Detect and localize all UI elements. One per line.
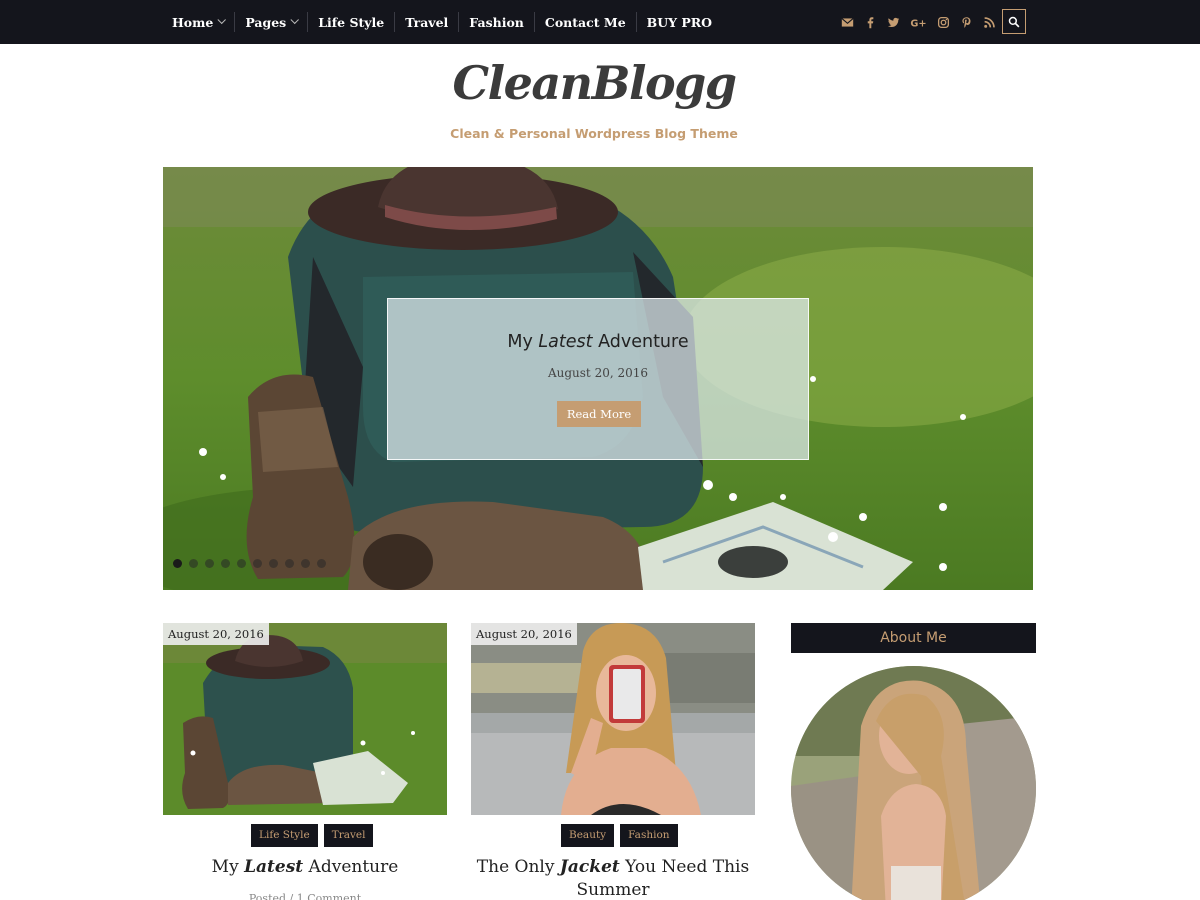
nav-item-contact-me[interactable]: Contact Me: [533, 12, 636, 32]
nav-item-label: Fashion: [469, 14, 524, 30]
post-tags: Life Style Travel: [251, 824, 374, 847]
site-logo[interactable]: CleanBlogg: [0, 56, 1188, 110]
slider-dot[interactable]: [317, 559, 326, 568]
search-button[interactable]: [1002, 9, 1026, 34]
slider-dots: [173, 559, 326, 568]
envelope-icon[interactable]: [840, 15, 854, 29]
post-thumbnail[interactable]: August 20, 2016: [163, 623, 447, 815]
search-icon: [1008, 16, 1020, 27]
hero-date: August 20, 2016: [547, 366, 649, 380]
hero-caption-box: My Latest Adventure August 20, 2016 Read…: [387, 298, 809, 460]
nav-item-label: BUY PRO: [646, 14, 713, 30]
hero-title-text: My: [507, 332, 539, 352]
post-meta: Posted / 1 Comment: [248, 892, 362, 900]
post-title[interactable]: My Latest Adventure: [163, 856, 447, 879]
post-image: [163, 623, 447, 815]
nav-item-label: Pages: [245, 14, 287, 30]
main-menu: Home Pages Life Style Travel Fashion Con…: [163, 0, 722, 44]
hero-title[interactable]: My Latest Adventure: [388, 332, 808, 352]
nav-item-fashion[interactable]: Fashion: [458, 12, 534, 32]
slider-dot[interactable]: [269, 559, 278, 568]
avatar-image: [791, 666, 1036, 900]
hero-slider: My Latest Adventure August 20, 2016 Read…: [163, 167, 1033, 590]
about-me-widget-title: About Me: [791, 623, 1036, 653]
google-plus-icon[interactable]: G+: [909, 15, 927, 29]
nav-item-travel[interactable]: Travel: [394, 12, 458, 32]
read-more-button[interactable]: Read More: [557, 401, 641, 427]
slider-dot[interactable]: [285, 559, 294, 568]
nav-item-life-style[interactable]: Life Style: [307, 12, 394, 32]
post-title-text: My: [211, 857, 245, 877]
nav-item-home[interactable]: Home: [163, 12, 234, 32]
post-title-text: Adventure: [303, 857, 399, 877]
chevron-down-icon: [217, 15, 227, 25]
site-tagline: Clean & Personal Wordpress Blog Theme: [450, 126, 738, 141]
slider-dot[interactable]: [205, 559, 214, 568]
post-title-emphasis: Jacket: [559, 857, 620, 877]
slider-dot[interactable]: [189, 559, 198, 568]
rss-icon[interactable]: [982, 15, 996, 29]
tag-travel[interactable]: Travel: [323, 824, 374, 847]
facebook-icon[interactable]: [863, 15, 877, 29]
post-image: [471, 623, 755, 815]
tag-life-style[interactable]: Life Style: [251, 824, 318, 847]
tag-beauty[interactable]: Beauty: [561, 824, 615, 847]
slider-dot[interactable]: [237, 559, 246, 568]
tag-fashion[interactable]: Fashion: [620, 824, 678, 847]
nav-item-buy-pro[interactable]: BUY PRO: [635, 12, 722, 32]
about-me-avatar: [791, 666, 1036, 900]
post-tags: Beauty Fashion: [561, 824, 678, 847]
chevron-down-icon: [290, 15, 300, 25]
pinterest-icon[interactable]: [959, 15, 973, 29]
top-navbar: Home Pages Life Style Travel Fashion Con…: [0, 0, 1200, 44]
instagram-icon[interactable]: [936, 15, 950, 29]
nav-item-label: Home: [172, 14, 214, 30]
hero-title-emphasis: Latest: [538, 332, 593, 352]
slider-dot[interactable]: [173, 559, 182, 568]
post-title-text: The Only: [476, 857, 560, 877]
twitter-icon[interactable]: [886, 15, 900, 29]
post-title-emphasis: Latest: [244, 857, 304, 877]
hero-title-text: Adventure: [592, 332, 689, 352]
post-date-badge: August 20, 2016: [163, 623, 269, 645]
nav-item-pages[interactable]: Pages: [234, 12, 307, 32]
slider-dot[interactable]: [253, 559, 262, 568]
slider-dot[interactable]: [301, 559, 310, 568]
nav-item-label: Contact Me: [544, 14, 626, 30]
slider-dot[interactable]: [221, 559, 230, 568]
svg-text:G+: G+: [910, 18, 926, 28]
post-title[interactable]: The Only Jacket You Need This Summer: [471, 856, 755, 900]
post-thumbnail[interactable]: August 20, 2016: [471, 623, 755, 815]
nav-item-label: Life Style: [318, 14, 385, 30]
post-date-badge: August 20, 2016: [471, 623, 577, 645]
social-links: G+: [840, 0, 996, 44]
nav-item-label: Travel: [405, 14, 449, 30]
